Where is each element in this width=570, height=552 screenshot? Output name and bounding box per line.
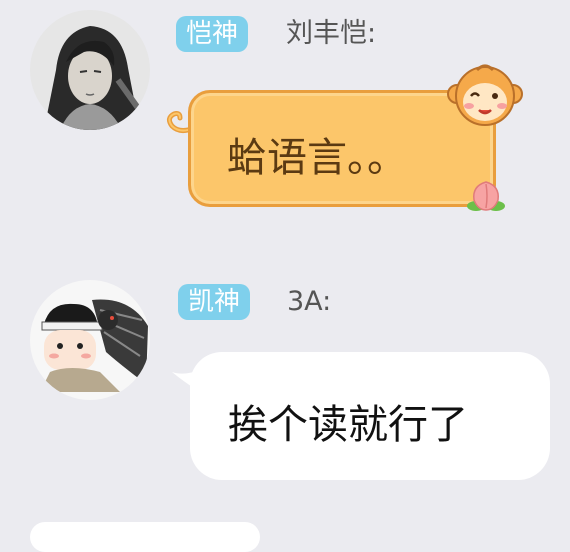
avatar[interactable] <box>30 280 150 400</box>
message-bubble[interactable]: 挨个读就行了 <box>190 352 550 480</box>
avatar-image <box>30 280 150 400</box>
avatar[interactable] <box>30 10 150 130</box>
message-text: 蛤语言。。 <box>227 135 407 181</box>
avatar-image <box>30 10 150 130</box>
peach-icon <box>467 181 505 211</box>
monkey-face-icon <box>447 64 523 126</box>
user-title-badge: 恺神 <box>176 16 249 52</box>
message-text: 挨个读就行了 <box>228 402 468 448</box>
sender-name: 3A: <box>287 286 332 317</box>
user-title-badge: 凯神 <box>178 284 251 320</box>
next-message-bubble-partial <box>30 522 260 552</box>
sender-name: 刘丰恺: <box>286 18 377 49</box>
